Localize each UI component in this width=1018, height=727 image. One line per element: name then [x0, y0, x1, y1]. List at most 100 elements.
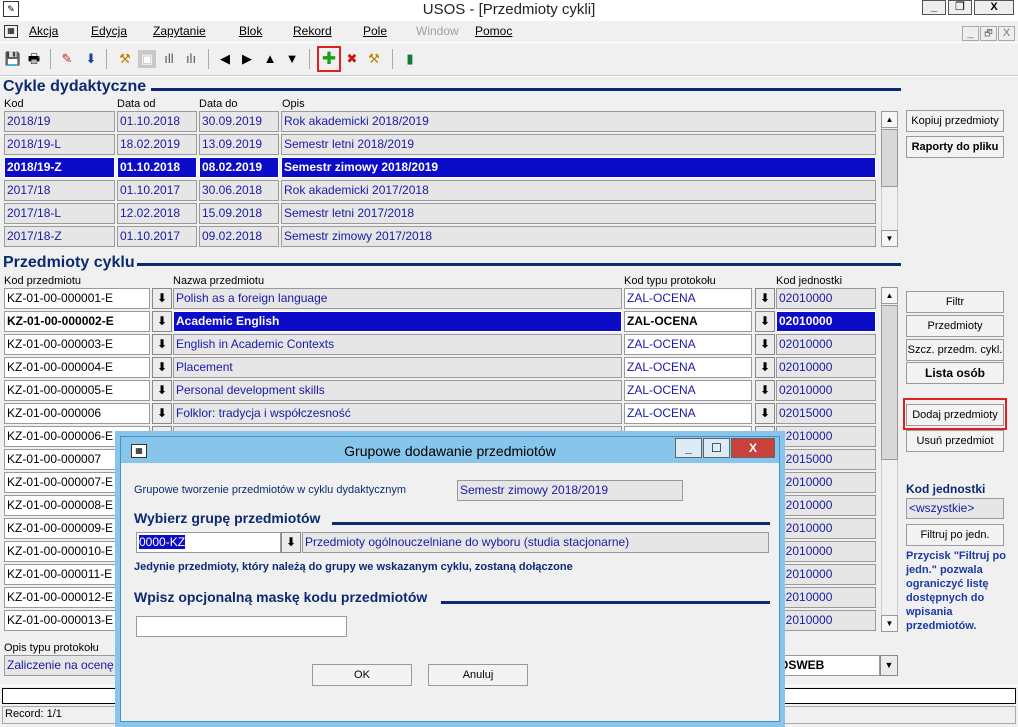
przedmiot-cell-typ[interactable]: ZAL-OCENA — [624, 357, 752, 378]
cykle-cell-kod[interactable]: 2017/18-Z — [4, 226, 115, 247]
dialog-maximize-button[interactable]: ☐ — [703, 438, 730, 458]
opis-typu-field[interactable]: Zaliczenie na ocenę — [4, 655, 124, 676]
cykle-cell-do[interactable]: 30.06.2018 — [199, 180, 279, 201]
przedmiot-cell-kod[interactable]: KZ-01-00-000004-E — [4, 357, 150, 378]
przedmiot-cell-typ[interactable]: ZAL-OCENA — [624, 288, 752, 309]
przedmiot-cell-typ[interactable]: ZAL-OCENA — [624, 380, 752, 401]
clear-record-icon[interactable]: ⚒ — [365, 50, 383, 68]
scroll-down-icon[interactable]: ▼ — [881, 615, 898, 632]
delete-record-icon[interactable]: ✖ — [343, 50, 361, 68]
przedmiot-cell-jedn[interactable]: 02010000 — [776, 564, 876, 585]
przedmioty-button[interactable]: Przedmioty — [906, 315, 1004, 337]
przedmiot-lov-icon[interactable]: ⬇ — [152, 357, 172, 378]
minimize-button[interactable]: _ — [922, 0, 946, 15]
cykle-cell-opis[interactable]: Semestr zimowy 2018/2019 — [281, 157, 876, 178]
stats-icon[interactable]: ılı — [182, 50, 200, 68]
group-code-input[interactable]: 0000-KZ — [136, 532, 281, 553]
usun-przedmiot-button[interactable]: Usuń przedmiot — [906, 430, 1004, 452]
menu-akcja[interactable]: Akcja — [29, 24, 58, 38]
przedmiot-cell-jedn[interactable]: 02015000 — [776, 449, 876, 470]
przedmiot-cell-kod[interactable]: KZ-01-00-000006 — [4, 403, 150, 424]
scroll-up-icon[interactable]: ▲ — [881, 287, 898, 304]
dialog-close-button[interactable]: X — [731, 438, 775, 458]
menu-edycja[interactable]: Edycja — [91, 24, 127, 38]
przedmiot-cell-jedn[interactable]: 02015000 — [776, 403, 876, 424]
przedmiot-cell-jedn[interactable]: 02010000 — [776, 357, 876, 378]
mask-input[interactable] — [136, 616, 347, 637]
przedmiot-cell-typ[interactable]: ZAL-OCENA — [624, 311, 752, 332]
cykle-cell-kod[interactable]: 2018/19-Z — [4, 157, 115, 178]
przedmiot-cell-kod[interactable]: KZ-01-00-000002-E — [4, 311, 150, 332]
cykle-cell-od[interactable]: 12.02.2018 — [117, 203, 197, 224]
mdi-close-button[interactable]: X — [998, 26, 1015, 41]
dialog-minimize-button[interactable]: _ — [675, 438, 702, 458]
szcz-przedm-button[interactable]: Szcz. przedm. cykl. — [906, 339, 1004, 361]
menu-zapytanie[interactable]: Zapytanie — [153, 24, 206, 38]
dodaj-przedmioty-button[interactable]: Dodaj przedmioty — [906, 404, 1004, 426]
close-button[interactable]: X — [974, 0, 1014, 15]
count-icon[interactable]: ıll — [160, 50, 178, 68]
scroll-thumb[interactable] — [881, 305, 898, 460]
lista-osob-button[interactable]: Lista osób — [906, 362, 1004, 384]
mdi-minimize-button[interactable]: _ — [962, 26, 979, 41]
typ-lov-icon[interactable]: ⬇ — [755, 403, 775, 424]
down-arrow-icon[interactable]: ⬇ — [82, 50, 100, 68]
przedmiot-cell-nazwa[interactable]: Personal development skills — [173, 380, 622, 401]
cykle-cell-do[interactable]: 13.09.2019 — [199, 134, 279, 155]
przedmiot-cell-jedn[interactable]: 02010000 — [776, 518, 876, 539]
przedmiot-lov-icon[interactable]: ⬇ — [152, 403, 172, 424]
cykle-cell-do[interactable]: 30.09.2019 — [199, 111, 279, 132]
przedmiot-cell-kod[interactable]: KZ-01-00-000005-E — [4, 380, 150, 401]
przedmiot-lov-icon[interactable]: ⬇ — [152, 334, 172, 355]
przedmiot-lov-icon[interactable]: ⬇ — [152, 380, 172, 401]
scroll-down-icon[interactable]: ▼ — [881, 230, 898, 247]
przedmiot-cell-nazwa[interactable]: Placement — [173, 357, 622, 378]
cykle-cell-kod[interactable]: 2018/19-L — [4, 134, 115, 155]
przedmiot-cell-jedn[interactable]: 02010000 — [776, 426, 876, 447]
menu-pomoc[interactable]: Pomoc — [475, 24, 512, 38]
przedmiot-cell-jedn[interactable]: 02010000 — [776, 472, 876, 493]
menu-rekord[interactable]: Rekord — [293, 24, 332, 38]
cykle-cell-od[interactable]: 01.10.2017 — [117, 226, 197, 247]
przedmiot-cell-typ[interactable]: ZAL-OCENA — [624, 334, 752, 355]
cykle-cell-opis[interactable]: Rok akademicki 2017/2018 — [281, 180, 876, 201]
kopiuj-przedmioty-button[interactable]: Kopiuj przedmioty — [906, 110, 1004, 132]
cykle-cell-opis[interactable]: Semestr zimowy 2017/2018 — [281, 226, 876, 247]
maximize-button[interactable]: ❐ — [948, 0, 972, 15]
insert-record-icon[interactable]: ✚ — [320, 50, 338, 68]
przedmiot-cell-jedn[interactable]: 02010000 — [776, 587, 876, 608]
cykle-cell-od[interactable]: 01.10.2018 — [117, 111, 197, 132]
ok-button[interactable]: OK — [312, 664, 412, 686]
cykle-cell-opis[interactable]: Semestr letni 2018/2019 — [281, 134, 876, 155]
przedmiot-cell-kod[interactable]: KZ-01-00-000003-E — [4, 334, 150, 355]
raporty-button[interactable]: Raporty do pliku — [906, 136, 1004, 158]
cykle-cell-kod[interactable]: 2017/18 — [4, 180, 115, 201]
scroll-thumb[interactable] — [881, 129, 898, 187]
bottom-combo[interactable]: OSWEB — [776, 655, 880, 676]
cykle-cell-do[interactable]: 08.02.2019 — [199, 157, 279, 178]
menu-blok[interactable]: Blok — [239, 24, 262, 38]
down-icon[interactable]: ▼ — [283, 50, 301, 68]
cykle-cell-do[interactable]: 09.02.2018 — [199, 226, 279, 247]
przedmiot-cell-jedn[interactable]: 02010000 — [776, 311, 876, 332]
cancel-button[interactable]: Anuluj — [428, 664, 528, 686]
przedmiot-cell-jedn[interactable]: 02010000 — [776, 541, 876, 562]
przedmiot-cell-nazwa[interactable]: Polish as a foreign language — [173, 288, 622, 309]
przedmiot-cell-jedn[interactable]: 02010000 — [776, 610, 876, 631]
query-execute-icon[interactable]: ▣ — [138, 50, 156, 68]
prev-icon[interactable]: ◀ — [216, 50, 234, 68]
mdi-restore-button[interactable]: 🗗 — [980, 26, 997, 41]
przedmiot-cell-jedn[interactable]: 02010000 — [776, 334, 876, 355]
cykle-cell-kod[interactable]: 2017/18-L — [4, 203, 115, 224]
combo-down-icon[interactable]: ▼ — [880, 655, 898, 676]
przedmiot-cell-nazwa[interactable]: Folklor: tradycja i współczesność — [173, 403, 622, 424]
typ-lov-icon[interactable]: ⬇ — [755, 311, 775, 332]
przedmiot-cell-typ[interactable]: ZAL-OCENA — [624, 403, 752, 424]
edit-icon[interactable]: ✎ — [58, 50, 76, 68]
przedmiot-cell-nazwa[interactable]: Academic English — [173, 311, 622, 332]
przedmiot-lov-icon[interactable]: ⬇ — [152, 288, 172, 309]
typ-lov-icon[interactable]: ⬇ — [755, 357, 775, 378]
typ-lov-icon[interactable]: ⬇ — [755, 334, 775, 355]
kod-jednostki-field[interactable]: <wszystkie> — [906, 498, 1004, 519]
menu-pole[interactable]: Pole — [363, 24, 387, 38]
